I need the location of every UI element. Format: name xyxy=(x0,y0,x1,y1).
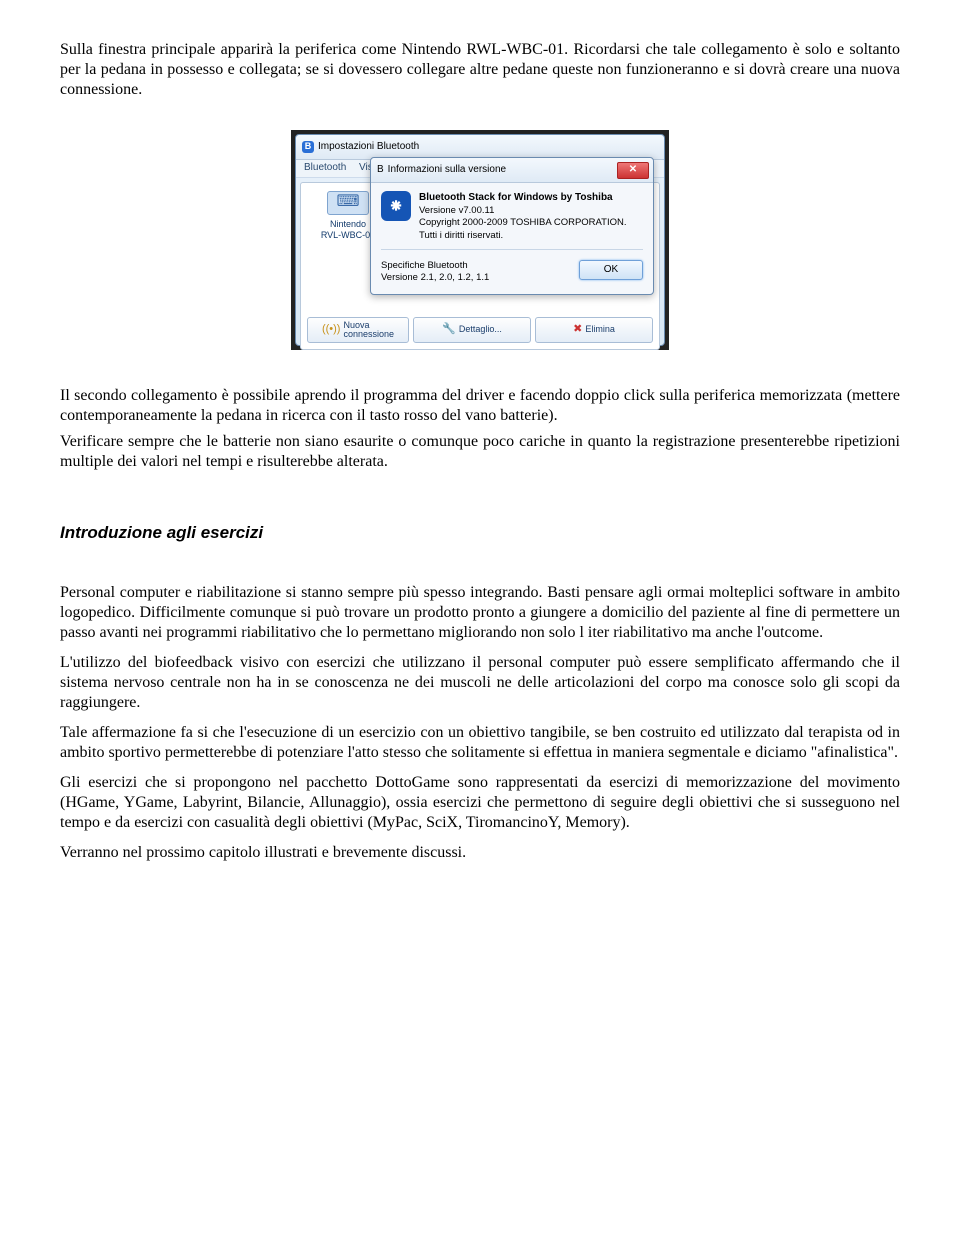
paragraph-8: Verranno nel prossimo capitolo illustrat… xyxy=(60,843,900,863)
inner-window-title: Informazioni sulla versione xyxy=(388,164,506,177)
paragraph-1: Sulla finestra principale apparirà la pe… xyxy=(60,40,900,100)
antenna-icon: ((•)) xyxy=(322,323,341,337)
paragraph-6: Tale affermazione fa si che l'esecuzione… xyxy=(60,723,900,763)
copyright-line2: Tutti i diritti riservati. xyxy=(419,230,627,243)
inner-titlebar: B Informazioni sulla versione ✕ xyxy=(371,158,653,183)
close-icon: ✕ xyxy=(629,164,637,177)
spec-value: Versione 2.1, 2.0, 1.2, 1.1 xyxy=(381,272,579,284)
screenshot-figure: B Impostazioni Bluetooth Bluetooth Visua… xyxy=(60,130,900,350)
bluetooth-icon-small: B xyxy=(377,164,384,177)
keyboard-icon xyxy=(327,191,369,215)
stack-version: Versione v7.00.11 xyxy=(419,205,627,218)
paragraph-2: Il secondo collegamento è possibile apre… xyxy=(60,386,900,426)
divider xyxy=(381,249,643,250)
detail-label: Dettaglio... xyxy=(459,324,502,335)
detail-button[interactable]: 🔧 Dettaglio... xyxy=(413,317,531,343)
delete-icon: ✖ xyxy=(573,323,582,337)
menu-bluetooth[interactable]: Bluetooth xyxy=(304,162,346,173)
new-connection-label-2: connessione xyxy=(343,330,394,339)
stack-info: Bluetooth Stack for Windows by Toshiba V… xyxy=(419,191,627,243)
new-connection-button[interactable]: ((•)) Nuova connessione xyxy=(307,317,409,343)
bluetooth-icon: B xyxy=(302,141,314,153)
paragraph-5: L'utilizzo del biofeedback visivo con es… xyxy=(60,653,900,713)
spec-block: Specifiche Bluetooth Versione 2.1, 2.0, … xyxy=(381,260,579,284)
version-info-dialog: B Informazioni sulla versione ✕ ⁕ Blueto… xyxy=(370,157,654,295)
section-heading: Introduzione agli esercizi xyxy=(60,522,900,543)
stack-title: Bluetooth Stack for Windows by Toshiba xyxy=(419,191,627,205)
detail-icon: 🔧 xyxy=(442,323,456,337)
bluetooth-settings-window: B Impostazioni Bluetooth Bluetooth Visua… xyxy=(295,134,665,346)
spec-label: Specifiche Bluetooth xyxy=(381,260,579,272)
paragraph-7: Gli esercizi che si propongono nel pacch… xyxy=(60,773,900,833)
close-button[interactable]: ✕ xyxy=(617,162,649,179)
ok-button[interactable]: OK xyxy=(579,260,643,280)
delete-button[interactable]: ✖ Elimina xyxy=(535,317,653,343)
paragraph-3: Verificare sempre che le batterie non si… xyxy=(60,432,900,472)
screenshot-container: B Impostazioni Bluetooth Bluetooth Visua… xyxy=(291,130,669,350)
bluetooth-large-icon: ⁕ xyxy=(381,191,411,221)
delete-label: Elimina xyxy=(585,324,615,335)
toolbar-row: ((•)) Nuova connessione 🔧 Dettaglio... ✖… xyxy=(307,317,653,343)
paragraph-4: Personal computer e riabilitazione si st… xyxy=(60,583,900,643)
dialog-body: ⁕ Bluetooth Stack for Windows by Toshiba… xyxy=(371,183,653,294)
outer-window-title: Impostazioni Bluetooth xyxy=(318,141,419,154)
copyright-line1: Copyright 2000-2009 TOSHIBA CORPORATION. xyxy=(419,217,627,230)
